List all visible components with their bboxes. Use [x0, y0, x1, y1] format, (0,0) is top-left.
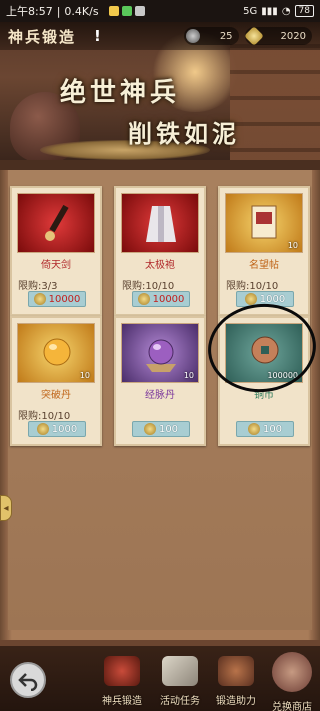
wifi-icon: ◔ — [281, 5, 291, 17]
price-value: 10000 — [152, 293, 185, 305]
network-speed: 0.4K/s — [64, 4, 99, 18]
item-name: 太极袍 — [145, 260, 175, 271]
sword-icon — [45, 204, 69, 241]
tab-label: 神兵锻造 — [102, 696, 142, 707]
buy-button[interactable]: 10000 — [132, 291, 190, 307]
copper-coin-icon — [33, 293, 46, 305]
item-image: 10 — [17, 323, 95, 383]
app-icon — [134, 6, 145, 16]
slogan-line1: 绝世神兵 — [60, 78, 181, 108]
pill-icon — [146, 339, 176, 372]
item-name: 经脉丹 — [145, 390, 175, 401]
tab-label: 锻造助力 — [216, 696, 256, 707]
fame-card-icon — [251, 205, 277, 239]
tab-forge[interactable]: 神兵锻造 — [92, 652, 152, 710]
shop-item-taiji-robe[interactable]: 太极袍 限购:10/10 10000 — [114, 186, 206, 316]
signal-icon: ▮▮▮ — [261, 5, 278, 17]
tab-tasks[interactable]: 活动任务 — [150, 652, 210, 710]
screen: 上午8:57 | 0.4K/s 5G ▮▮▮ ◔ 78 神兵锻造 ! 25 20… — [0, 0, 320, 711]
exchange-shop-icon — [272, 652, 312, 692]
status-bar: 上午8:57 | 0.4K/s 5G ▮▮▮ ◔ 78 — [0, 0, 320, 22]
purchase-limit: 限购:3/3 — [18, 281, 58, 292]
item-name: 倚天剑 — [41, 260, 71, 271]
resource-bar: 25 2020 — [183, 26, 312, 46]
price-value: 10000 — [48, 293, 81, 305]
assist-icon — [218, 656, 254, 686]
gold-count: 2020 — [280, 30, 306, 42]
task-icon — [162, 656, 198, 686]
bottom-rail — [0, 640, 320, 646]
info-button[interactable]: ! — [94, 27, 101, 45]
price-value: 1000 — [51, 423, 78, 435]
item-image — [17, 193, 95, 253]
shop-panel: 倚天剑 限购:3/3 10000 太极袍 限购:10/10 10000 10 名… — [0, 160, 320, 640]
header-banner: 神兵锻造 ! 25 2020 绝世神兵 削铁如泥 — [0, 22, 320, 160]
gold-resource[interactable]: 2020 — [243, 26, 312, 46]
back-arrow-icon — [18, 673, 38, 691]
purchase-limit: 限购:10/10 — [226, 281, 279, 292]
notification-icon — [108, 6, 119, 16]
price-value: 100 — [262, 423, 283, 435]
item-quantity: 10 — [79, 371, 90, 380]
signal-label: 5G — [243, 5, 258, 17]
expand-icon[interactable]: ◂ — [0, 495, 12, 521]
bottom-nav: 神兵锻造 活动任务 锻造助力 兑换商店 — [0, 640, 320, 711]
item-name: 名望帖 — [249, 260, 279, 271]
ore-icon — [185, 29, 200, 43]
tab-label: 兑换商店 — [272, 702, 312, 711]
copper-coin-icon — [244, 293, 257, 305]
gold-ingot-icon — [243, 26, 264, 46]
shop-item-breakthrough-pill[interactable]: 10 突破丹 限购:10/10 1000 — [10, 316, 102, 446]
price-value: 100 — [158, 423, 179, 435]
shop-item-fame-card[interactable]: 10 名望帖 限购:10/10 1000 — [218, 186, 310, 316]
tab-exchange-shop[interactable]: 兑换商店 — [262, 652, 320, 711]
page-title: 神兵锻造 — [8, 27, 77, 46]
forge-icon — [104, 656, 140, 686]
status-time: 上午8:57 — [6, 5, 53, 18]
shop-item-meridian-pill[interactable]: 10 经脉丹 100 — [114, 316, 206, 446]
buy-button[interactable]: 10000 — [28, 291, 86, 307]
item-name: 突破丹 — [41, 390, 71, 401]
buy-button[interactable]: 100 — [132, 421, 190, 437]
divider: | — [56, 4, 61, 18]
item-quantity: 10 — [183, 371, 194, 380]
buy-button[interactable]: 100 — [236, 421, 294, 437]
robe-icon — [146, 206, 176, 242]
ore-resource[interactable]: 25 — [183, 27, 239, 45]
shop-item-yitian-sword[interactable]: 倚天剑 限购:3/3 10000 — [10, 186, 102, 316]
copper-coin-icon — [143, 423, 156, 435]
buy-button[interactable]: 1000 — [28, 421, 86, 437]
panel-top-rail — [0, 160, 320, 170]
pill-icon — [43, 338, 71, 366]
tab-label: 活动任务 — [160, 696, 200, 707]
copper-coin-icon — [247, 423, 260, 435]
back-button[interactable] — [10, 662, 46, 698]
battery-icon: 78 — [294, 5, 314, 17]
purchase-limit: 限购:10/10 — [18, 411, 71, 422]
slogan-line2: 削铁如泥 — [128, 119, 240, 148]
purchase-limit: 限购:10/10 — [122, 281, 175, 292]
title-bar: 神兵锻造 ! 25 2020 — [0, 22, 320, 50]
tab-assist[interactable]: 锻造助力 — [206, 652, 266, 710]
item-image — [121, 193, 199, 253]
copper-coin-icon — [36, 423, 49, 435]
item-quantity: 10 — [287, 241, 298, 250]
item-image: 10 — [225, 193, 303, 253]
item-image: 10 — [121, 323, 199, 383]
ore-count: 25 — [219, 30, 233, 42]
copper-coin-icon — [137, 293, 150, 305]
wechat-icon — [121, 6, 132, 16]
